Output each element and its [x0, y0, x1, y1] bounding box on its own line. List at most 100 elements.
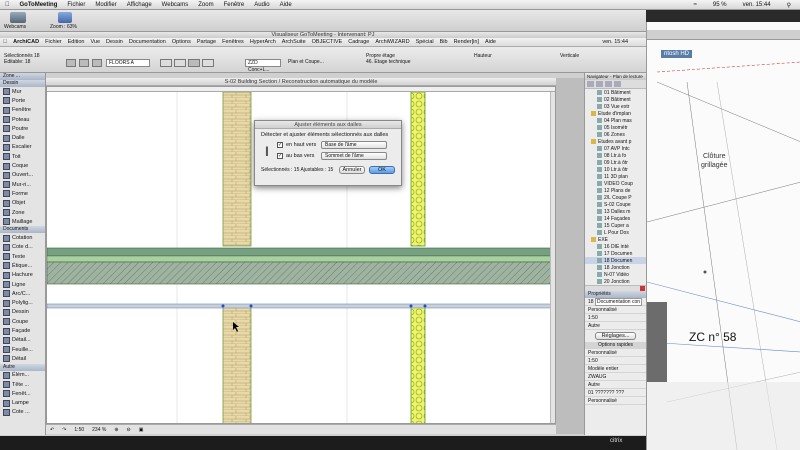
nav-item[interactable]: VIDEO Coup [585, 180, 646, 187]
redo-icon[interactable]: ↷ [62, 427, 66, 433]
nav-item[interactable]: 20 Jonction [585, 278, 646, 285]
tool-cote-niveau[interactable]: Cote d... [0, 243, 45, 252]
storey-value[interactable]: 46. Etage technique [366, 59, 410, 65]
ac-menu-renderin[interactable]: Render[in] [451, 39, 482, 45]
nav-item-selected[interactable]: 18 Documen [585, 257, 646, 264]
menu-webcams[interactable]: Webcams [157, 2, 194, 8]
menu-zoom[interactable]: Zoom [193, 2, 218, 8]
quick-option[interactable]: 1:50 [585, 357, 646, 365]
ac-menu-documentation[interactable]: Documentation [126, 39, 169, 45]
nav-item[interactable]: 08 Ltr.à fo [585, 152, 646, 159]
tool-zone[interactable]: Zone [0, 208, 45, 217]
geometry-icon-3[interactable] [202, 59, 214, 67]
settings-button[interactable]: Réglages... [595, 332, 636, 340]
ac-menu-archicad[interactable]: ArchiCAD [10, 39, 42, 45]
ac-menu-archiwizard[interactable]: ArchiWIZARD [372, 39, 412, 45]
arrow-tool-icon[interactable] [66, 59, 76, 67]
toolbox-section-autre[interactable]: Autre [0, 363, 45, 371]
nav-folder[interactable]: Etude d'implan [585, 110, 646, 117]
ac-menu-special[interactable]: Spécial [413, 39, 437, 45]
plan-coupe-label[interactable]: Plan et Coupe... [288, 59, 324, 65]
tool-feuille[interactable]: Feuille... [0, 345, 45, 354]
nav-item[interactable]: 06 Zones [585, 131, 646, 138]
quick-option[interactable]: Modèle entier [585, 365, 646, 373]
nav-item[interactable]: 03 Vue extr [585, 103, 646, 110]
tool-polyligne[interactable]: Polylig... [0, 299, 45, 308]
prop-personal[interactable]: Personnalisé [585, 306, 646, 314]
structure-selector[interactable]: ZZD Conc+L... [245, 59, 281, 73]
tool-fenetre-angle[interactable]: Fenêt... [0, 389, 45, 398]
tool-escalier[interactable]: Escalier [0, 143, 45, 152]
toolbox-section-documents[interactable]: Documents [0, 226, 45, 234]
top-target-select[interactable]: Base de l'âme [321, 141, 387, 149]
webcam-icon[interactable] [10, 12, 26, 23]
delete-view-icon[interactable] [640, 286, 645, 291]
ac-menu-partage[interactable]: Partage [194, 39, 219, 45]
ac-menu-hyperarch[interactable]: HyperArch [247, 39, 279, 45]
tool-objet[interactable]: Objet [0, 199, 45, 208]
battery-text[interactable]: 95 % [708, 2, 732, 8]
tool-coque[interactable]: Coque [0, 161, 45, 170]
layer-icon[interactable] [92, 59, 102, 67]
tool-detail[interactable]: Détail [0, 354, 45, 363]
ac-apple-icon[interactable]:  [0, 39, 10, 45]
nav-item[interactable]: 04 Plan mas [585, 117, 646, 124]
project-map-icon[interactable] [587, 81, 594, 87]
ac-menu-edition[interactable]: Edition [65, 39, 88, 45]
menu-fenetre[interactable]: Fenêtre [219, 2, 250, 8]
vertical-scrollbar[interactable] [550, 92, 555, 423]
top-checkbox[interactable]: ✓ [277, 142, 283, 148]
publisher-icon[interactable] [614, 81, 621, 87]
nav-item[interactable]: 05 Isométr [585, 124, 646, 131]
tool-dessin[interactable]: Dessin [0, 308, 45, 317]
tool-ouverture[interactable]: Ouvert... [0, 171, 45, 180]
nav-item[interactable]: S-02 Coupe [585, 201, 646, 208]
menu-affichage[interactable]: Affichage [122, 2, 157, 8]
nav-item[interactable]: 2/L Coupe P [585, 194, 646, 201]
nav-item[interactable]: 18 Jonction [585, 264, 646, 271]
ac-menu-options[interactable]: Options [169, 39, 194, 45]
menu-modifier[interactable]: Modifier [90, 2, 121, 8]
bottom-target-select[interactable]: Sommet de l'âme [321, 152, 387, 160]
quick-option[interactable]: ZWAUG [585, 373, 646, 381]
cancel-button[interactable]: Annuler [339, 166, 365, 174]
tool-cote-rad[interactable]: Cote ... [0, 408, 45, 417]
tool-arc[interactable]: Arc/C... [0, 289, 45, 298]
tool-poteau[interactable]: Poteau [0, 115, 45, 124]
nav-item[interactable]: 17 Documen [585, 250, 646, 257]
layout-book-icon[interactable] [605, 81, 612, 87]
tool-cotation[interactable]: Cotation [0, 233, 45, 242]
tool-poutre[interactable]: Poutre [0, 124, 45, 133]
ac-menu-cadrage[interactable]: Cadrage [345, 39, 372, 45]
nav-item[interactable]: 07 AVP Intc [585, 145, 646, 152]
quick-option[interactable]: Personnalisé [585, 349, 646, 357]
view-map-icon[interactable] [596, 81, 603, 87]
quick-option[interactable]: Personnalisé [585, 397, 646, 405]
prop-id-row[interactable]: 18 Documentation con [585, 297, 646, 306]
zoom-display[interactable]: 234 % [92, 427, 106, 433]
tool-mur-rideau[interactable]: Mur-ri... [0, 180, 45, 189]
toolbox-section-dessin[interactable]: Dessin [0, 80, 45, 87]
zoom-out-icon[interactable]: ⊖ [127, 427, 131, 433]
tool-maillage[interactable]: Maillage [0, 217, 45, 226]
nav-item[interactable]: N-07 Vidéo [585, 271, 646, 278]
tool-dalle[interactable]: Dalle [0, 133, 45, 142]
ok-button[interactable]: OK [369, 166, 395, 174]
ac-menu-archsuite[interactable]: ArchSuite [279, 39, 309, 45]
menu-aide[interactable]: Aide [275, 2, 297, 8]
geometry-icon-1[interactable] [174, 59, 186, 67]
bottom-checkbox[interactable]: ✓ [277, 153, 283, 159]
ac-menu-bib[interactable]: Bib [437, 39, 451, 45]
zoom-icon[interactable] [58, 12, 72, 23]
toolbox-section-zone[interactable]: Zone ... [0, 73, 45, 80]
clock-text[interactable]: ven. 15:44 [738, 2, 776, 8]
ac-menu-dessin[interactable]: Dessin [103, 39, 126, 45]
tool-facade[interactable]: Façade [0, 326, 45, 335]
ac-menu-fenetres[interactable]: Fenêtres [219, 39, 247, 45]
tool-porte[interactable]: Porte [0, 96, 45, 105]
ac-menu-fichier[interactable]: Fichier [42, 39, 65, 45]
tool-toit[interactable]: Toit [0, 152, 45, 161]
tool-tete[interactable]: Tête ... [0, 380, 45, 389]
close-tool-icon[interactable] [79, 59, 89, 67]
tool-coupe[interactable]: Coupe [0, 317, 45, 326]
